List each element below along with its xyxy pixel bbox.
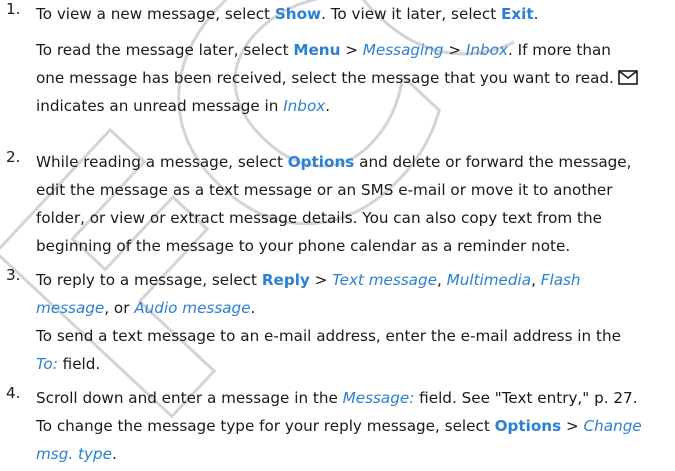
step-number: 4. <box>6 384 21 402</box>
menu-path-text: Message: <box>342 389 415 407</box>
body-text: While reading a message, select <box>36 153 288 171</box>
ui-command-text: Reply <box>261 271 310 289</box>
body-text: Scroll down and enter a message in the <box>36 389 343 407</box>
menu-path-text: msg. type <box>36 445 112 463</box>
body-text: . <box>250 299 256 317</box>
menu-path-text: Messaging <box>362 41 444 59</box>
body-text: folder, or view or extract message detai… <box>36 209 602 227</box>
body-text: , <box>531 271 541 289</box>
body-text: indicates an unread message in <box>36 97 284 115</box>
step-3-line: message, or Audio message. <box>36 294 672 322</box>
body-text: > <box>340 41 363 59</box>
menu-path-text: Audio message <box>134 299 251 317</box>
body-text: edit the message as a text message or an… <box>36 181 613 199</box>
step-1-line: one message has been received, select th… <box>36 64 672 92</box>
menu-path-text: Flash <box>540 271 581 289</box>
body-text: , or <box>104 299 135 317</box>
envelope-icon <box>618 70 638 85</box>
body-text: . <box>325 97 331 115</box>
body-text: and delete or forward the message, <box>354 153 632 171</box>
step-number: 3. <box>6 266 21 284</box>
step-2-line: edit the message as a text message or an… <box>36 176 672 204</box>
body-text: . If more than <box>507 41 611 59</box>
body-text: . To view it later, select <box>321 5 502 23</box>
body-text: . <box>533 5 539 23</box>
body-text: > <box>561 417 584 435</box>
body-text: beginning of the message to your phone c… <box>36 237 571 255</box>
menu-path-text: Multimedia <box>446 271 532 289</box>
step-3-line: To: field. <box>36 350 672 378</box>
menu-path-text: Inbox <box>465 41 508 59</box>
ui-command-text: Options <box>287 153 355 171</box>
menu-path-text: Text message <box>332 271 437 289</box>
body-text: To reply to a message, select <box>36 271 262 289</box>
step-2-line: beginning of the message to your phone c… <box>36 232 672 260</box>
body-text: To view a new message, select <box>36 5 275 23</box>
step-3-line: To reply to a message, select Reply > Te… <box>36 266 672 294</box>
body-text: field. <box>57 355 101 373</box>
menu-path-text: Change <box>583 417 642 435</box>
body-text: To change the message type for your repl… <box>36 417 495 435</box>
body-text: one message has been received, select th… <box>36 69 614 87</box>
body-text: , <box>436 271 447 289</box>
step-number: 1. <box>6 0 21 18</box>
step-number: 2. <box>6 148 21 166</box>
step-2-line: While reading a message, select Options … <box>36 148 672 176</box>
body-text: field. See "Text entry," p. 27. <box>414 389 638 407</box>
ui-command-text: Menu <box>293 41 341 59</box>
step-3-line: To send a text message to an e-mail addr… <box>36 322 672 350</box>
body-text: > <box>309 271 333 289</box>
step-1-line: indicates an unread message in Inbox. <box>36 92 672 120</box>
menu-path-text: To: <box>36 355 58 373</box>
line-text: one message has been received, select th… <box>36 69 614 87</box>
step-4-line: Scroll down and enter a message in the M… <box>36 384 672 412</box>
ui-command-text: Options <box>494 417 562 435</box>
body-text: > <box>443 41 466 59</box>
step-2-line: folder, or view or extract message detai… <box>36 204 672 232</box>
step-1-line: To read the message later, select Menu >… <box>36 36 672 64</box>
step-4-line: To change the message type for your repl… <box>36 412 672 440</box>
menu-path-text: message <box>36 299 105 317</box>
ui-command-text: Show <box>274 5 322 23</box>
step-1-line: To view a new message, select Show. To v… <box>36 0 672 28</box>
body-text: . <box>111 445 117 463</box>
ui-command-text: Exit <box>501 5 534 23</box>
body-text: To read the message later, select <box>36 41 294 59</box>
step-4-line: msg. type. <box>36 440 672 468</box>
menu-path-text: Inbox <box>283 97 326 115</box>
body-text: To send a text message to an e-mail addr… <box>36 327 621 345</box>
